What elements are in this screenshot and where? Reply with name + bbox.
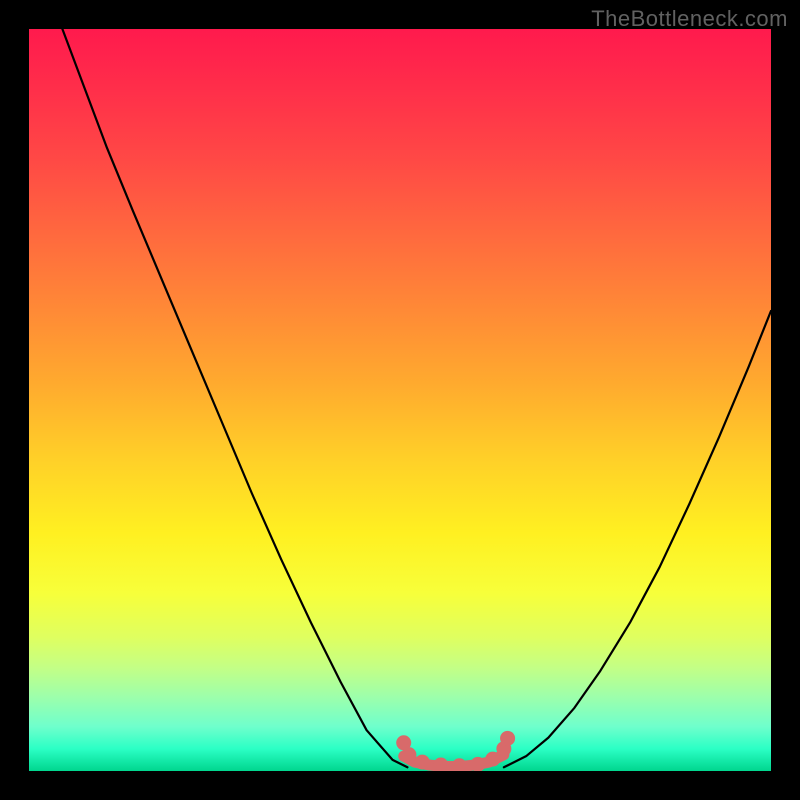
trough-dot [433, 758, 448, 771]
trough-band-path [404, 755, 504, 767]
trough-dot [452, 758, 467, 771]
trough-dot [470, 757, 485, 771]
trough-dot [496, 741, 511, 756]
right-curve-path [504, 311, 771, 767]
trough-dot [500, 731, 515, 746]
curve-overlay [29, 29, 771, 771]
chart-stage: TheBottleneck.com [0, 0, 800, 800]
trough-dot [396, 735, 411, 750]
trough-dots-group [396, 731, 515, 771]
trough-dot [415, 755, 430, 770]
left-curve-path [62, 29, 407, 767]
trough-dot [485, 752, 500, 767]
trough-dot [401, 747, 416, 762]
plot-area [29, 29, 771, 771]
